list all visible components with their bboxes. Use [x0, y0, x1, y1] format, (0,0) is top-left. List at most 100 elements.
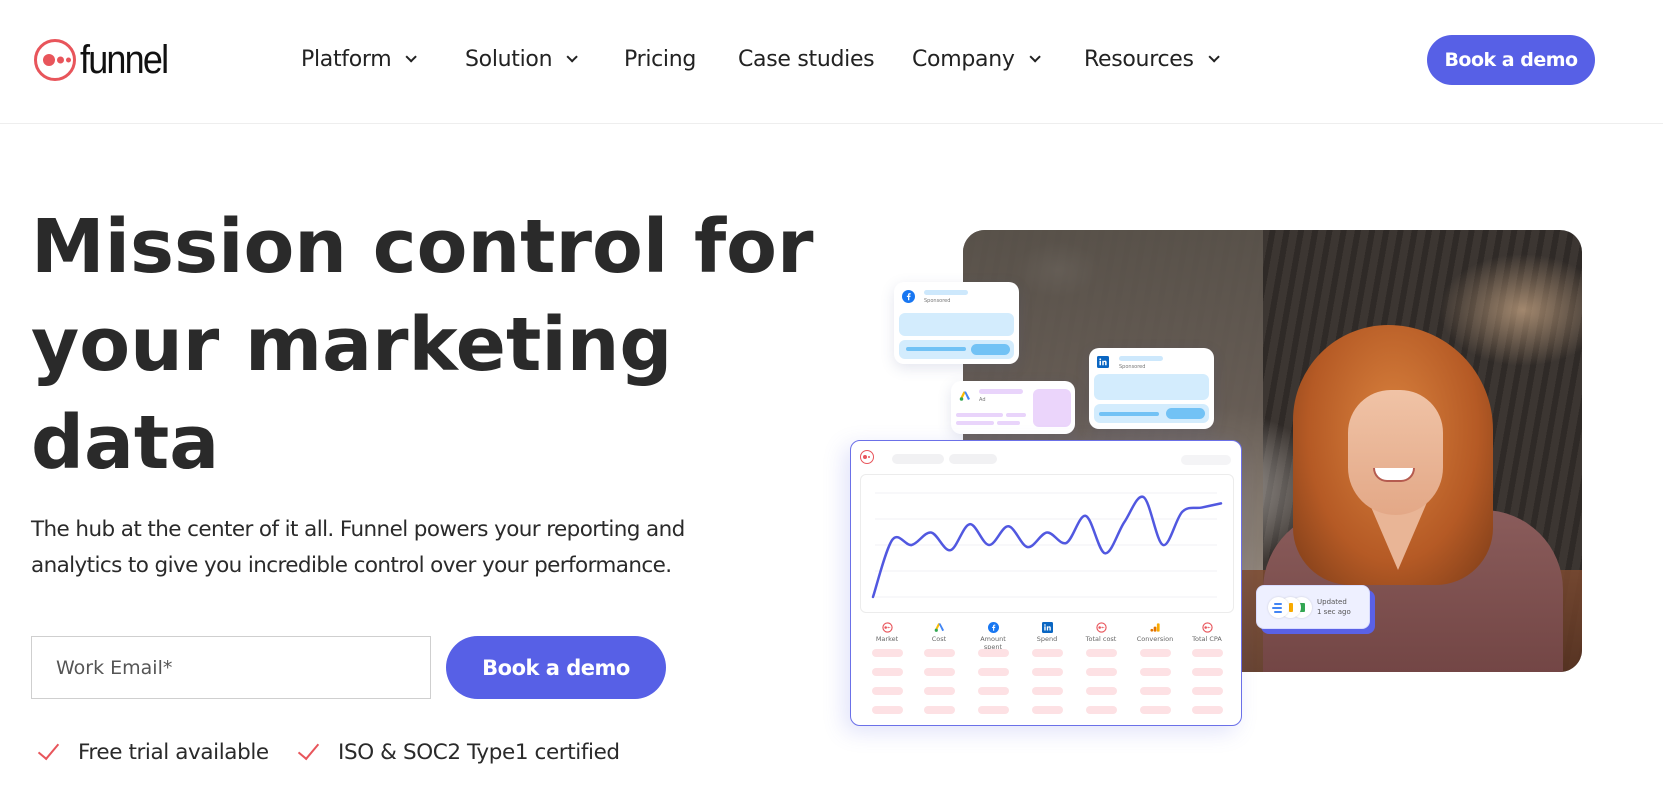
updated-time: 1 sec ago: [1317, 608, 1351, 616]
placeholder-cell: [1192, 687, 1223, 695]
nav-label: Pricing: [624, 46, 697, 72]
checkmark-icon: [37, 737, 60, 761]
facebook-icon: [902, 290, 915, 303]
site-header: funnel Platform Solution Pricing Case st…: [0, 0, 1663, 124]
placeholder-cell: [924, 668, 955, 676]
dashboard-column-cost: Cost: [909, 621, 969, 643]
dashboard-column-spend: Spend: [1017, 621, 1077, 643]
nav-label: Case studies: [738, 46, 875, 72]
placeholder-cell: [978, 649, 1009, 657]
feature-check-iso: ISO & SOC2 Type1 certified: [291, 736, 620, 768]
placeholder-cell: [1086, 668, 1117, 676]
work-email-input[interactable]: [31, 636, 431, 699]
dashboard-column-total-cost: Total cost: [1071, 621, 1131, 643]
placeholder-cell: [1032, 649, 1063, 657]
column-label: Total CPA: [1192, 635, 1222, 643]
placeholder-cell: [924, 649, 955, 657]
placeholder-cell: [1086, 687, 1117, 695]
placeholder-cell: [1140, 687, 1171, 695]
column-label: Cost: [931, 635, 947, 643]
placeholder-cell: [872, 706, 903, 714]
dashboard-preview: Market Cost Amount spent Spend Total cost Con…: [850, 440, 1242, 726]
placeholder-cell: [978, 706, 1009, 714]
chevron-down-icon: [1029, 51, 1041, 63]
placeholder-cell: [872, 687, 903, 695]
placeholder-cell: [1032, 706, 1063, 714]
column-label: Conversion: [1136, 635, 1174, 643]
updated-label: Updated: [1317, 598, 1347, 606]
linkedin-icon: [1017, 621, 1077, 633]
facebook-icon: [963, 621, 1023, 633]
placeholder-cell: [1192, 668, 1223, 676]
looker-studio-icon: [1268, 597, 1289, 618]
google-ads-icon: [909, 621, 969, 633]
nav-label: Platform: [301, 46, 392, 72]
chevron-down-icon: [566, 51, 579, 63]
header-book-demo-button[interactable]: Book a demo: [1427, 35, 1595, 85]
placeholder-cell: [1140, 668, 1171, 676]
funnel-logo-icon: [860, 450, 874, 464]
sponsored-label: Sponsored: [1119, 364, 1146, 370]
hero-book-demo-button[interactable]: Book a demo: [446, 636, 666, 699]
dashboard-column-amount-spent: Amount spent: [963, 621, 1023, 651]
column-label: Spend: [1036, 635, 1058, 643]
placeholder-cell: [1032, 668, 1063, 676]
feature-check-free-trial: Free trial available: [31, 736, 269, 768]
placeholder-cell: [924, 706, 955, 714]
updated-badge: Updated 1 sec ago: [1256, 585, 1370, 629]
chevron-down-icon: [1208, 51, 1220, 63]
facebook-ad-card: Sponsored: [894, 282, 1019, 364]
analytics-icon: [1125, 621, 1185, 633]
updated-text: Updated 1 sec ago: [1317, 597, 1351, 617]
nav-solution[interactable]: Solution: [465, 44, 579, 74]
headline-line: your marketing: [31, 302, 673, 388]
nav-label: Company: [912, 46, 1015, 72]
funnel-icon: [1177, 621, 1237, 633]
dashboard-column-market: Market: [857, 621, 917, 643]
placeholder-cell: [1192, 649, 1223, 657]
funnel-icon: [857, 621, 917, 633]
headline-line: Mission control for: [31, 204, 814, 290]
placeholder-cell: [1192, 706, 1223, 714]
nav-label: Resources: [1084, 46, 1194, 72]
placeholder-cell: [872, 649, 903, 657]
google-ads-icon: [959, 391, 970, 401]
share-button: [1181, 455, 1231, 465]
placeholder-cell: [872, 668, 903, 676]
checkmark-icon: [297, 737, 320, 761]
placeholder-cell: [1086, 649, 1117, 657]
funnel-icon: [1071, 621, 1131, 633]
linkedin-icon: [1097, 356, 1109, 368]
trend-chart: [860, 474, 1234, 613]
logo-text: funnel: [80, 38, 169, 82]
ad-label: Ad: [979, 397, 986, 403]
nav-resources[interactable]: Resources: [1084, 44, 1220, 74]
chevron-down-icon: [405, 51, 418, 63]
dashboard-column-conversion: Conversion: [1125, 621, 1185, 643]
headline-line: data: [31, 400, 220, 486]
segment-filter: [949, 454, 997, 464]
placeholder-cell: [1140, 706, 1171, 714]
funnel-logo-icon: [34, 39, 76, 81]
placeholder-cell: [1086, 706, 1117, 714]
feature-label: Free trial available: [78, 739, 269, 765]
nav-platform[interactable]: Platform: [301, 44, 418, 74]
google-ads-card: Ad: [951, 381, 1075, 434]
placeholder-cell: [1032, 687, 1063, 695]
nav-label: Solution: [465, 46, 553, 72]
placeholder-cell: [978, 687, 1009, 695]
column-label: Market: [875, 635, 899, 643]
nav-case-studies[interactable]: Case studies: [738, 44, 875, 74]
placeholder-cell: [924, 687, 955, 695]
dashboard-column-total-cpa: Total CPA: [1177, 621, 1237, 643]
hero-headline: Mission control for your marketing data: [31, 198, 814, 492]
sponsored-label: Sponsored: [924, 298, 951, 304]
nav-company[interactable]: Company: [912, 44, 1041, 74]
trend-line-chart: [871, 492, 1223, 599]
linkedin-ad-card: Sponsored: [1089, 348, 1214, 429]
funnel-logo[interactable]: funnel: [34, 36, 177, 84]
nav-pricing[interactable]: Pricing: [624, 44, 696, 74]
placeholder-cell: [978, 668, 1009, 676]
trend-line: [871, 495, 1223, 599]
feature-label: ISO & SOC2 Type1 certified: [338, 739, 620, 765]
